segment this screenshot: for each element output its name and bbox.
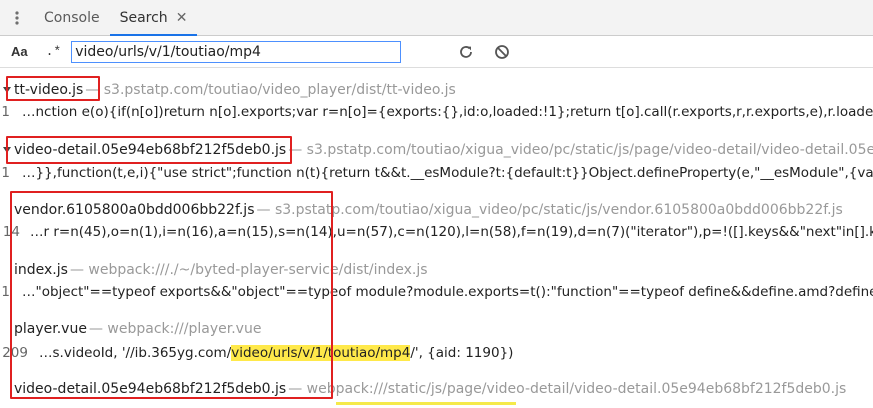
match-case-button[interactable]: Aa (11, 44, 28, 59)
result-file-path: — webpack:///static/js/page/video-detail… (288, 381, 847, 397)
match-text-before: …s.videoId, '//ib.365yg.com/ (39, 345, 232, 361)
result-match-line[interactable]: 209 …s.videoId, '//ib.365yg.com/video/ur… (0, 343, 873, 363)
refresh-icon[interactable] (454, 40, 478, 64)
result-file-name: player.vue (14, 321, 87, 337)
result-file-path: — s3.pstatp.com/toutiao/xigua_video/pc/s… (288, 142, 873, 158)
result-match-line[interactable]: 1 …nction e(o){if(n[o])return n[o].expor… (0, 102, 873, 122)
result-file-header[interactable]: index.js — webpack:///./~/byted-player-s… (0, 260, 873, 280)
drawer-tab-strip: Console Search ✕ (0, 0, 873, 36)
line-number: 1 (1, 284, 10, 300)
result-match-line[interactable]: 1 …"object"==typeof exports&&"object"==t… (0, 282, 873, 302)
match-text-after: /', {aid: 1190}) (410, 345, 514, 361)
match-highlight: video/urls/v/1/toutiao/mp4 (231, 345, 411, 361)
match-highlight-partial (336, 402, 516, 405)
clear-icon[interactable] (490, 40, 514, 64)
result-file-path: — webpack:///player.vue (88, 321, 262, 337)
expand-triangle-icon[interactable] (0, 319, 14, 339)
match-text: …nction e(o){if(n[o])return n[o].exports… (22, 104, 873, 120)
match-text: …"object"==typeof exports&&"object"==typ… (22, 284, 873, 300)
match-text: …r r=n(45),o=n(1),i=n(16),a=n(15),s=n(14… (30, 224, 873, 240)
result-file-header[interactable]: player.vue — webpack:///player.vue (0, 319, 873, 339)
line-number: 1 (1, 165, 10, 181)
result-file-name: vendor.6105800a0bdd006bb22f.js (14, 202, 255, 218)
result-file-name: tt-video.js (14, 82, 84, 98)
search-input[interactable] (71, 40, 402, 63)
result-match-line[interactable]: 1 …}},function(t,e,i){"use strict";funct… (0, 163, 873, 183)
result-file-name: video-detail.05e94eb68bf212f5deb0.js (14, 142, 287, 158)
expand-triangle-icon[interactable] (0, 80, 14, 100)
expand-triangle-icon[interactable] (0, 260, 14, 280)
tab-search-label: Search (119, 9, 168, 26)
match-text: …s.videoId, '//ib.365yg.com/video/urls/v… (39, 345, 513, 361)
result-file-path: — s3.pstatp.com/toutiao/video_player/dis… (85, 82, 456, 98)
tab-console[interactable]: Console (34, 0, 110, 36)
result-file-path: — s3.pstatp.com/toutiao/xigua_video/pc/s… (256, 202, 843, 218)
expand-triangle-icon[interactable] (0, 200, 14, 220)
more-tools-icon[interactable] (0, 10, 34, 25)
result-file-header[interactable]: video-detail.05e94eb68bf212f5deb0.js — w… (0, 379, 873, 399)
result-file-header[interactable]: tt-video.js — s3.pstatp.com/toutiao/vide… (0, 80, 873, 100)
line-number: 14 (2, 224, 20, 240)
line-number: 209 (2, 345, 28, 361)
regex-button[interactable]: .* (46, 44, 62, 59)
result-file-name: video-detail.05e94eb68bf212f5deb0.js (14, 381, 287, 397)
result-file-path: — webpack:///./~/byted-player-service/di… (69, 262, 428, 278)
search-toolbar: Aa .* (0, 36, 873, 68)
tab-console-label: Console (44, 9, 100, 26)
search-results: tt-video.js — s3.pstatp.com/toutiao/vide… (0, 68, 873, 408)
match-text: …}},function(t,e,i){"use strict";functio… (22, 165, 873, 181)
line-number: 1 (1, 104, 10, 120)
result-file-name: index.js (14, 262, 68, 278)
result-file-header[interactable]: video-detail.05e94eb68bf212f5deb0.js — s… (0, 140, 873, 160)
result-file-header[interactable]: vendor.6105800a0bdd006bb22f.js — s3.psta… (0, 200, 873, 220)
tab-search[interactable]: Search ✕ (109, 0, 198, 36)
result-match-line[interactable]: 14 …r r=n(45),o=n(1),i=n(16),a=n(15),s=n… (0, 222, 873, 242)
close-icon[interactable]: ✕ (176, 10, 188, 26)
expand-triangle-icon[interactable] (0, 379, 14, 399)
expand-triangle-icon[interactable] (0, 140, 14, 160)
